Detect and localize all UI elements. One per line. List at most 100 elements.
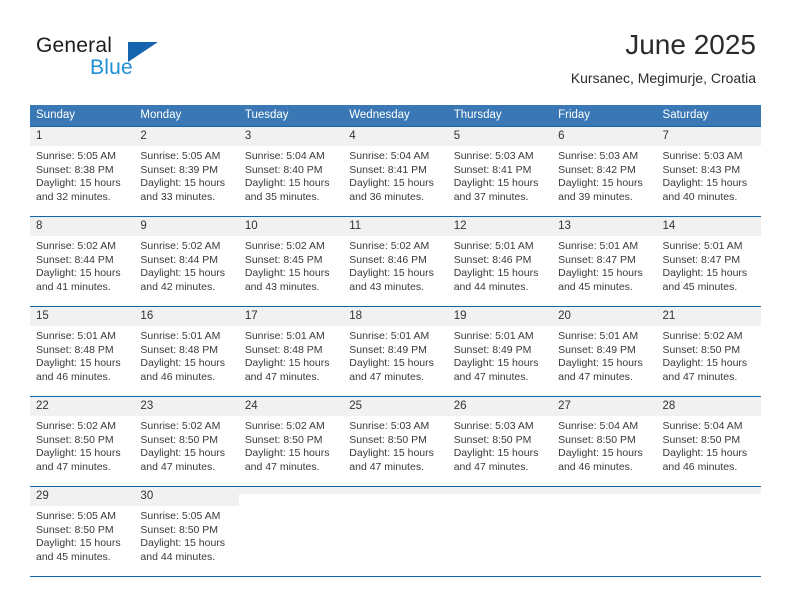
daylight-text-line2: and 45 minutes.: [558, 280, 633, 293]
day-number: 9: [134, 217, 239, 236]
sunset-text: Sunset: 8:50 PM: [453, 433, 532, 446]
sunrise-text: Sunrise: 5:02 AM: [140, 240, 221, 252]
day-number: 3: [238, 127, 344, 146]
sunrise-text: Sunrise: 5:01 AM: [244, 330, 325, 342]
page-subtitle: Kursanec, Megimurje, Croatia: [570, 70, 756, 86]
day-cell-inner: 23 Sunrise: 5:02 AM Sunset: 8:50 PM Dayligh…: [134, 397, 239, 486]
calendar-day-cell[interactable]: 2 Sunrise: 5:05 AM Sunset: 8:39 PM Daylight…: [134, 126, 239, 217]
sunrise-text: Sunrise: 5:03 AM: [662, 150, 743, 162]
weekday-header-monday: Monday: [134, 105, 239, 127]
daylight-text-line1: Daylight: 15 hours: [244, 177, 330, 190]
calendar-day-cell-empty: [343, 486, 448, 577]
day-details: Sunrise: 5:02 AM Sunset: 8:50 PM Daylight:…: [134, 416, 238, 474]
day-details: Sunrise: 5:01 AM Sunset: 8:49 PM Daylight:…: [552, 326, 656, 384]
calendar-day-cell[interactable]: 1 Sunrise: 5:05 AM Sunset: 8:38 PM Daylight…: [30, 126, 135, 217]
brand-logo[interactable]: General Blue: [36, 34, 276, 84]
sunrise-text: Sunrise: 5:05 AM: [36, 510, 116, 522]
sunrise-text: Sunrise: 5:02 AM: [36, 420, 116, 432]
day-details: Sunrise: 5:02 AM Sunset: 8:50 PM Daylight:…: [239, 416, 343, 474]
daylight-text-line1: Daylight: 15 hours: [662, 447, 748, 460]
calendar-day-cell[interactable]: 12 Sunrise: 5:01 AM Sunset: 8:46 PM Dayligh…: [447, 216, 553, 307]
daylight-text-line1: Daylight: 15 hours: [140, 447, 226, 460]
sunset-text: Sunset: 8:41 PM: [349, 163, 427, 176]
calendar-day-cell[interactable]: 17 Sunrise: 5:01 AM Sunset: 8:48 PM Dayligh…: [238, 306, 344, 397]
day-details: Sunrise: 5:04 AM Sunset: 8:50 PM Daylight:…: [657, 416, 761, 474]
calendar-day-cell[interactable]: 6 Sunrise: 5:03 AM Sunset: 8:42 PM Daylight…: [552, 126, 657, 217]
day-number: 4: [343, 127, 448, 146]
day-cell-inner: [238, 487, 344, 576]
daylight-text-line1: Daylight: 15 hours: [140, 357, 226, 370]
calendar-day-cell[interactable]: 29 Sunrise: 5:05 AM Sunset: 8:50 PM Dayligh…: [30, 486, 135, 577]
calendar-day-cell[interactable]: 20 Sunrise: 5:01 AM Sunset: 8:49 PM Dayligh…: [552, 306, 657, 397]
day-number: 10: [238, 217, 344, 236]
day-details: Sunrise: 5:03 AM Sunset: 8:42 PM Daylight:…: [552, 146, 656, 204]
sunset-text: Sunset: 8:38 PM: [36, 163, 114, 176]
calendar-day-cell[interactable]: 22 Sunrise: 5:02 AM Sunset: 8:50 PM Dayligh…: [30, 396, 135, 487]
sunrise-text: Sunrise: 5:02 AM: [36, 240, 116, 252]
daylight-text-line1: Daylight: 15 hours: [558, 357, 643, 370]
calendar-day-cell[interactable]: 4 Sunrise: 5:04 AM Sunset: 8:41 PM Daylight…: [343, 126, 448, 217]
daylight-text-line1: Daylight: 15 hours: [558, 177, 643, 190]
daylight-text-line2: and 47 minutes.: [662, 370, 738, 383]
weekday-header-wednesday: Wednesday: [343, 105, 448, 127]
daylight-text-line1: Daylight: 15 hours: [349, 267, 434, 280]
day-details: Sunrise: 5:03 AM Sunset: 8:50 PM Daylight:…: [343, 416, 447, 474]
day-cell-inner: 20 Sunrise: 5:01 AM Sunset: 8:49 PM Dayligh…: [552, 307, 657, 396]
sunrise-text: Sunrise: 5:03 AM: [349, 420, 430, 432]
sunrise-text: Sunrise: 5:01 AM: [662, 240, 743, 252]
calendar-day-cell[interactable]: 9 Sunrise: 5:02 AM Sunset: 8:44 PM Daylight…: [134, 216, 239, 307]
calendar-day-cell[interactable]: 24 Sunrise: 5:02 AM Sunset: 8:50 PM Dayligh…: [238, 396, 344, 487]
daylight-text-line1: Daylight: 15 hours: [244, 447, 330, 460]
day-number: [238, 487, 344, 494]
calendar-day-cell[interactable]: 7 Sunrise: 5:03 AM Sunset: 8:43 PM Daylight…: [656, 126, 761, 217]
day-cell-inner: 14 Sunrise: 5:01 AM Sunset: 8:47 PM Dayligh…: [656, 217, 761, 306]
daylight-text-line2: and 42 minutes.: [140, 280, 216, 293]
daylight-text-line2: and 47 minutes.: [36, 460, 111, 473]
calendar-day-cell[interactable]: 27 Sunrise: 5:04 AM Sunset: 8:50 PM Dayligh…: [552, 396, 657, 487]
calendar-week-row: 15 Sunrise: 5:01 AM Sunset: 8:48 PM Dayligh…: [30, 306, 761, 397]
day-cell-inner: 16 Sunrise: 5:01 AM Sunset: 8:48 PM Dayligh…: [134, 307, 239, 396]
calendar-day-cell[interactable]: 30 Sunrise: 5:05 AM Sunset: 8:50 PM Dayligh…: [134, 486, 239, 577]
calendar-day-cell[interactable]: 8 Sunrise: 5:02 AM Sunset: 8:44 PM Daylight…: [30, 216, 135, 307]
daylight-text-line1: Daylight: 15 hours: [36, 537, 121, 550]
daylight-text-line2: and 46 minutes.: [36, 370, 111, 383]
calendar-day-cell[interactable]: 18 Sunrise: 5:01 AM Sunset: 8:49 PM Dayligh…: [343, 306, 448, 397]
sunset-text: Sunset: 8:44 PM: [140, 253, 219, 266]
day-details: Sunrise: 5:04 AM Sunset: 8:41 PM Daylight:…: [343, 146, 447, 204]
calendar-day-cell[interactable]: 13 Sunrise: 5:01 AM Sunset: 8:47 PM Dayligh…: [552, 216, 657, 307]
calendar-day-cell[interactable]: 14 Sunrise: 5:01 AM Sunset: 8:47 PM Dayligh…: [656, 216, 761, 307]
calendar-day-cell[interactable]: 11 Sunrise: 5:02 AM Sunset: 8:46 PM Dayligh…: [343, 216, 448, 307]
day-number: 23: [134, 397, 239, 416]
calendar-day-cell[interactable]: 28 Sunrise: 5:04 AM Sunset: 8:50 PM Dayligh…: [656, 396, 761, 487]
weekday-header-friday: Friday: [552, 105, 657, 127]
calendar-day-cell[interactable]: 15 Sunrise: 5:01 AM Sunset: 8:48 PM Dayligh…: [30, 306, 135, 397]
sunrise-text: Sunrise: 5:02 AM: [244, 240, 325, 252]
calendar-week-row: 1 Sunrise: 5:05 AM Sunset: 8:38 PM Daylight…: [30, 126, 761, 217]
calendar-day-cell[interactable]: 16 Sunrise: 5:01 AM Sunset: 8:48 PM Dayligh…: [134, 306, 239, 397]
daylight-text-line1: Daylight: 15 hours: [140, 177, 226, 190]
sunset-text: Sunset: 8:50 PM: [140, 433, 219, 446]
day-cell-inner: 19 Sunrise: 5:01 AM Sunset: 8:49 PM Dayligh…: [447, 307, 553, 396]
day-cell-inner: 27 Sunrise: 5:04 AM Sunset: 8:50 PM Dayligh…: [552, 397, 657, 486]
daylight-text-line2: and 47 minutes.: [244, 370, 320, 383]
day-cell-inner: 4 Sunrise: 5:04 AM Sunset: 8:41 PM Daylight…: [343, 127, 448, 216]
day-number: 16: [134, 307, 239, 326]
day-number: 30: [134, 487, 239, 506]
day-details: Sunrise: 5:01 AM Sunset: 8:48 PM Daylight:…: [30, 326, 134, 384]
calendar-day-cell[interactable]: 25 Sunrise: 5:03 AM Sunset: 8:50 PM Dayligh…: [343, 396, 448, 487]
daylight-text-line1: Daylight: 15 hours: [453, 357, 539, 370]
calendar-header-row: Sunday Monday Tuesday Wednesday Thursday Frid…: [30, 105, 761, 127]
day-cell-inner: 11 Sunrise: 5:02 AM Sunset: 8:46 PM Dayligh…: [343, 217, 448, 306]
calendar-day-cell[interactable]: 10 Sunrise: 5:02 AM Sunset: 8:45 PM Dayligh…: [238, 216, 344, 307]
calendar-day-cell[interactable]: 26 Sunrise: 5:03 AM Sunset: 8:50 PM Dayligh…: [447, 396, 553, 487]
calendar-day-cell[interactable]: 21 Sunrise: 5:02 AM Sunset: 8:50 PM Dayligh…: [656, 306, 761, 397]
calendar-day-cell[interactable]: 19 Sunrise: 5:01 AM Sunset: 8:49 PM Dayligh…: [447, 306, 553, 397]
calendar-day-cell[interactable]: 23 Sunrise: 5:02 AM Sunset: 8:50 PM Dayligh…: [134, 396, 239, 487]
brand-name-blue: Blue: [90, 56, 133, 79]
day-number: 19: [447, 307, 553, 326]
daylight-text-line1: Daylight: 15 hours: [36, 267, 121, 280]
sunset-text: Sunset: 8:44 PM: [36, 253, 114, 266]
day-number: [552, 487, 657, 494]
calendar-day-cell[interactable]: 5 Sunrise: 5:03 AM Sunset: 8:41 PM Daylight…: [447, 126, 553, 217]
calendar-day-cell[interactable]: 3 Sunrise: 5:04 AM Sunset: 8:40 PM Daylight…: [238, 126, 344, 217]
